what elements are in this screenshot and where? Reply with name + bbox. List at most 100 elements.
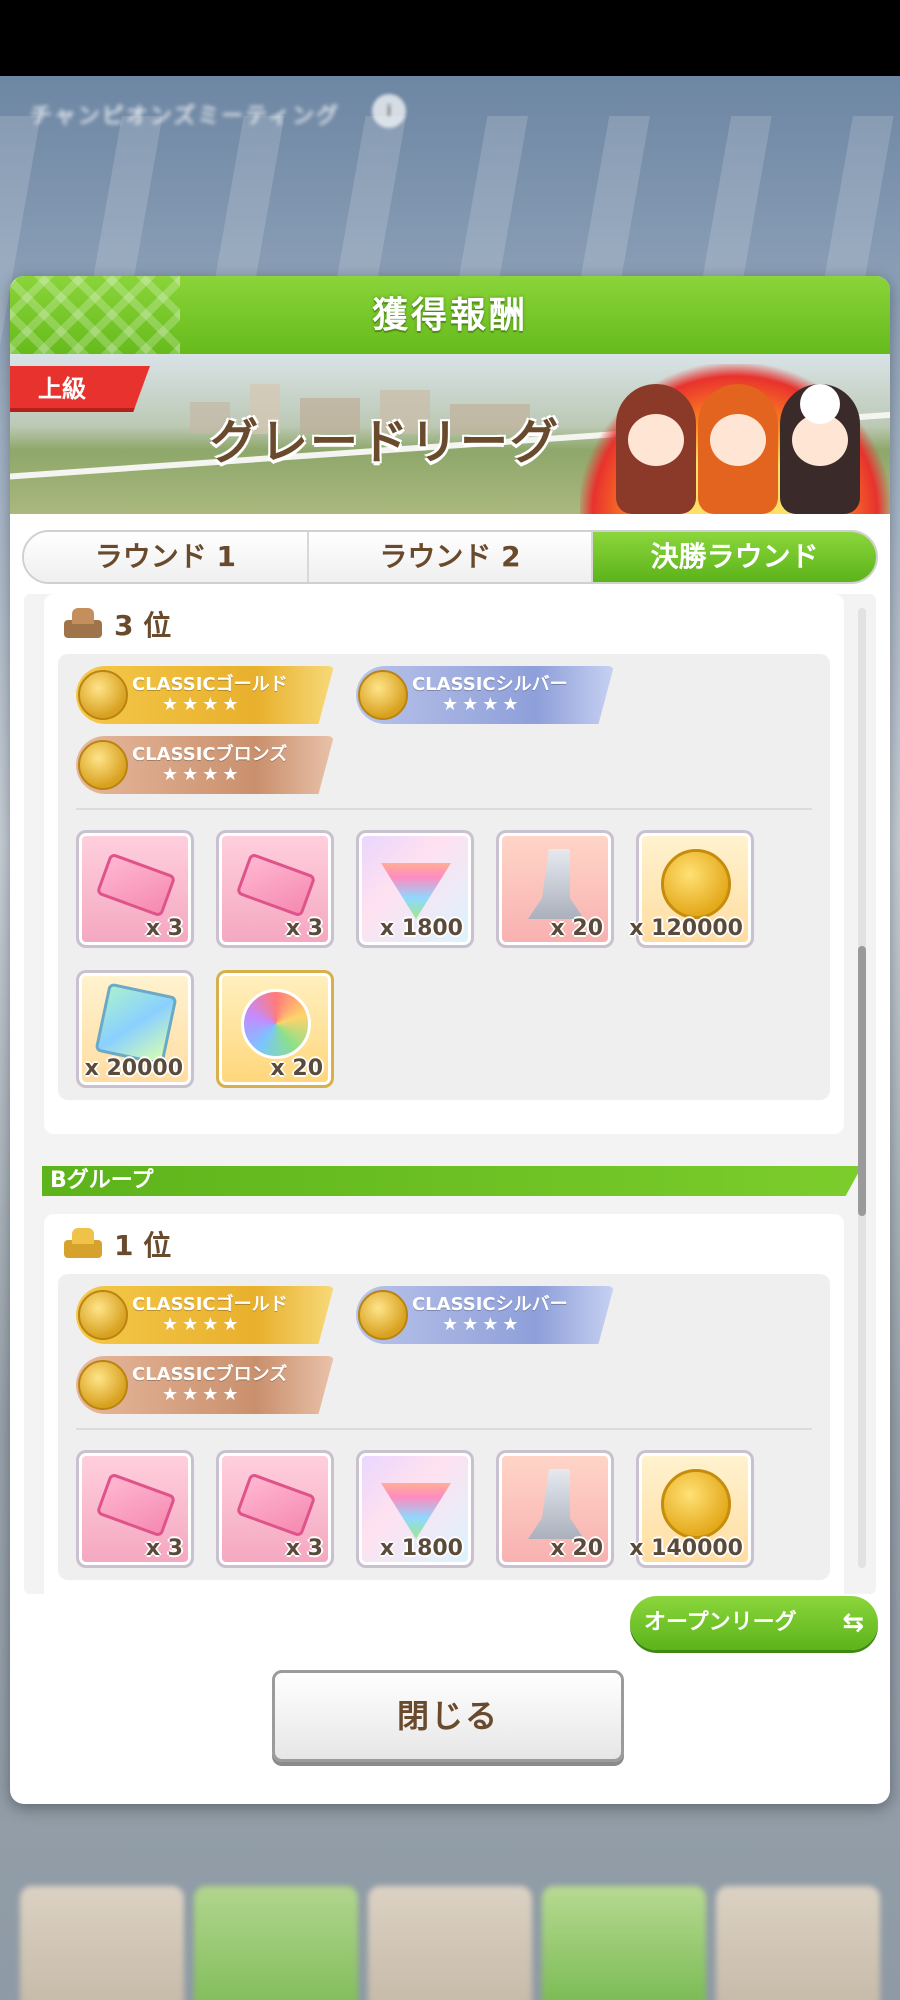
dock-item — [368, 1886, 532, 2000]
title-badge[interactable]: CLASSICシルバー ★★★★ — [356, 666, 614, 724]
background-title: チャンピオンズミーティング — [30, 104, 341, 129]
reward-item[interactable]: x 20 — [216, 970, 334, 1088]
rank-header: 3 位 — [44, 594, 844, 654]
medal-icon — [78, 670, 128, 720]
round-tabs: ラウンド 1 ラウンド 2 決勝ラウンド — [22, 530, 878, 584]
item-quantity: x 20 — [550, 916, 603, 941]
dock-item — [20, 1886, 184, 2000]
scrollbar-thumb[interactable] — [858, 946, 866, 1216]
item-quantity: x 20 — [550, 1536, 603, 1561]
badge-name: CLASSICシルバー — [412, 674, 568, 695]
item-quantity: x 3 — [285, 1536, 323, 1561]
item-quantity: x 20 — [270, 1056, 323, 1081]
gold-coin-icon — [661, 1469, 731, 1539]
badge-stars: ★★★★ — [442, 1314, 523, 1335]
rank-card: 3 位 CLASSICゴールド ★★★★ CLASSICシルバー ★★★★ CL… — [44, 594, 844, 1134]
tab-final-round[interactable]: 決勝ラウンド — [593, 532, 876, 582]
title-badge[interactable]: CLASSICゴールド ★★★★ — [76, 666, 334, 724]
tab-round-1[interactable]: ラウンド 1 — [24, 532, 309, 582]
reward-item[interactable]: x 20 — [496, 1450, 614, 1568]
badge-stars: ★★★★ — [162, 694, 243, 715]
reward-items: x 3 x 3 x 1800 x 20 — [76, 1430, 812, 1568]
reward-item[interactable]: x 3 — [216, 830, 334, 948]
pink-ticket-icon — [95, 852, 177, 918]
reward-box: CLASSICゴールド ★★★★ CLASSICシルバー ★★★★ CLASSI… — [58, 1274, 830, 1580]
medal-icon — [78, 740, 128, 790]
info-icon: i — [372, 94, 406, 128]
title-badge[interactable]: CLASSICブロンズ ★★★★ — [76, 736, 334, 794]
trophy-icon — [58, 1226, 108, 1262]
reward-box: CLASSICゴールド ★★★★ CLASSICシルバー ★★★★ CLASSI… — [58, 654, 830, 1100]
switch-button-label: オープンリーグ — [644, 1610, 797, 1635]
rainbow-carrot-icon — [381, 1483, 451, 1539]
title-badge[interactable]: CLASSICシルバー ★★★★ — [356, 1286, 614, 1344]
tab-round-2[interactable]: ラウンド 2 — [308, 532, 594, 582]
reward-item[interactable]: x 3 — [216, 1450, 334, 1568]
gold-coin-icon — [661, 849, 731, 919]
reward-item[interactable]: x 20 — [496, 830, 614, 948]
character-illustration — [580, 354, 890, 514]
character-avatar — [698, 384, 778, 514]
horse-statue-icon — [528, 849, 584, 919]
pink-ticket-icon — [235, 1472, 317, 1538]
swap-arrows-icon: ⇆ — [842, 1608, 864, 1638]
reward-item[interactable]: x 120000 — [629, 830, 754, 948]
trophy-icon — [58, 606, 108, 642]
group-header: Bグループ — [42, 1166, 862, 1196]
rewards-list[interactable]: 3 位 CLASSICゴールド ★★★★ CLASSICシルバー ★★★★ CL… — [24, 594, 876, 1594]
rank-card: 1 位 CLASSICゴールド ★★★★ CLASSICシルバー ★★★★ CL… — [44, 1214, 844, 1594]
status-bar — [0, 0, 900, 76]
close-button[interactable]: 閉じる — [272, 1670, 624, 1762]
horse-statue-icon — [528, 1469, 584, 1539]
item-quantity: x 3 — [285, 916, 323, 941]
reward-item[interactable]: x 1800 — [356, 1450, 474, 1568]
badge-stars: ★★★★ — [162, 1384, 243, 1405]
item-quantity: x 3 — [145, 916, 183, 941]
rank-label: 1 位 — [114, 1229, 172, 1262]
badge-stars: ★★★★ — [162, 1314, 243, 1335]
item-quantity: x 1800 — [379, 916, 463, 941]
item-quantity: x 20000 — [84, 1056, 183, 1081]
dock-item — [716, 1886, 880, 2000]
title-badge[interactable]: CLASSICゴールド ★★★★ — [76, 1286, 334, 1344]
item-quantity: x 3 — [145, 1536, 183, 1561]
reward-item[interactable]: x 20000 — [76, 970, 194, 1088]
rank-header: 1 位 — [44, 1214, 844, 1274]
medal-icon — [78, 1360, 128, 1410]
rewards-modal: 獲得報酬 上級 グレードリーグ ラウンド 1 ラウンド 2 決勝ラウンド 3 位 — [10, 276, 890, 1804]
badge-name: CLASSICゴールド — [132, 674, 288, 695]
badge-stars: ★★★★ — [442, 694, 523, 715]
reward-item[interactable]: x 3 — [76, 1450, 194, 1568]
reward-item[interactable]: x 1800 — [356, 830, 474, 948]
modal-header: 獲得報酬 — [10, 276, 890, 354]
rank-label: 3 位 — [114, 609, 172, 642]
modal-title: 獲得報酬 — [371, 295, 528, 336]
title-badges: CLASSICゴールド ★★★★ CLASSICシルバー ★★★★ CLASSI… — [76, 666, 812, 810]
dock-item — [194, 1886, 358, 2000]
medal-icon — [358, 670, 408, 720]
item-quantity: x 140000 — [629, 1536, 743, 1561]
badge-name: CLASSICブロンズ — [132, 1364, 288, 1385]
reward-items: x 3 x 3 x 1800 x 20 — [76, 810, 812, 1088]
badge-name: CLASSICゴールド — [132, 1294, 288, 1315]
dock-item — [542, 1886, 706, 2000]
title-badges: CLASSICゴールド ★★★★ CLASSICシルバー ★★★★ CLASSI… — [76, 1286, 812, 1430]
league-name: グレードリーグ — [210, 414, 561, 470]
item-quantity: x 1800 — [379, 1536, 463, 1561]
badge-stars: ★★★★ — [162, 764, 243, 785]
character-avatar — [780, 384, 860, 514]
reward-item[interactable]: x 3 — [76, 830, 194, 948]
badge-name: CLASSICブロンズ — [132, 744, 288, 765]
open-league-switch-button[interactable]: オープンリーグ ⇆ — [630, 1596, 878, 1650]
difficulty-badge: 上級 — [10, 366, 150, 412]
rainbow-carrot-icon — [381, 863, 451, 919]
background-dock — [20, 1886, 880, 2000]
rainbow-horseshoe-icon — [241, 989, 311, 1059]
pink-ticket-icon — [235, 852, 317, 918]
pink-ticket-icon — [95, 1472, 177, 1538]
character-avatar — [616, 384, 696, 514]
reward-item[interactable]: x 140000 — [629, 1450, 754, 1568]
league-banner: 上級 グレードリーグ — [10, 354, 890, 514]
title-badge[interactable]: CLASSICブロンズ ★★★★ — [76, 1356, 334, 1414]
badge-name: CLASSICシルバー — [412, 1294, 568, 1315]
